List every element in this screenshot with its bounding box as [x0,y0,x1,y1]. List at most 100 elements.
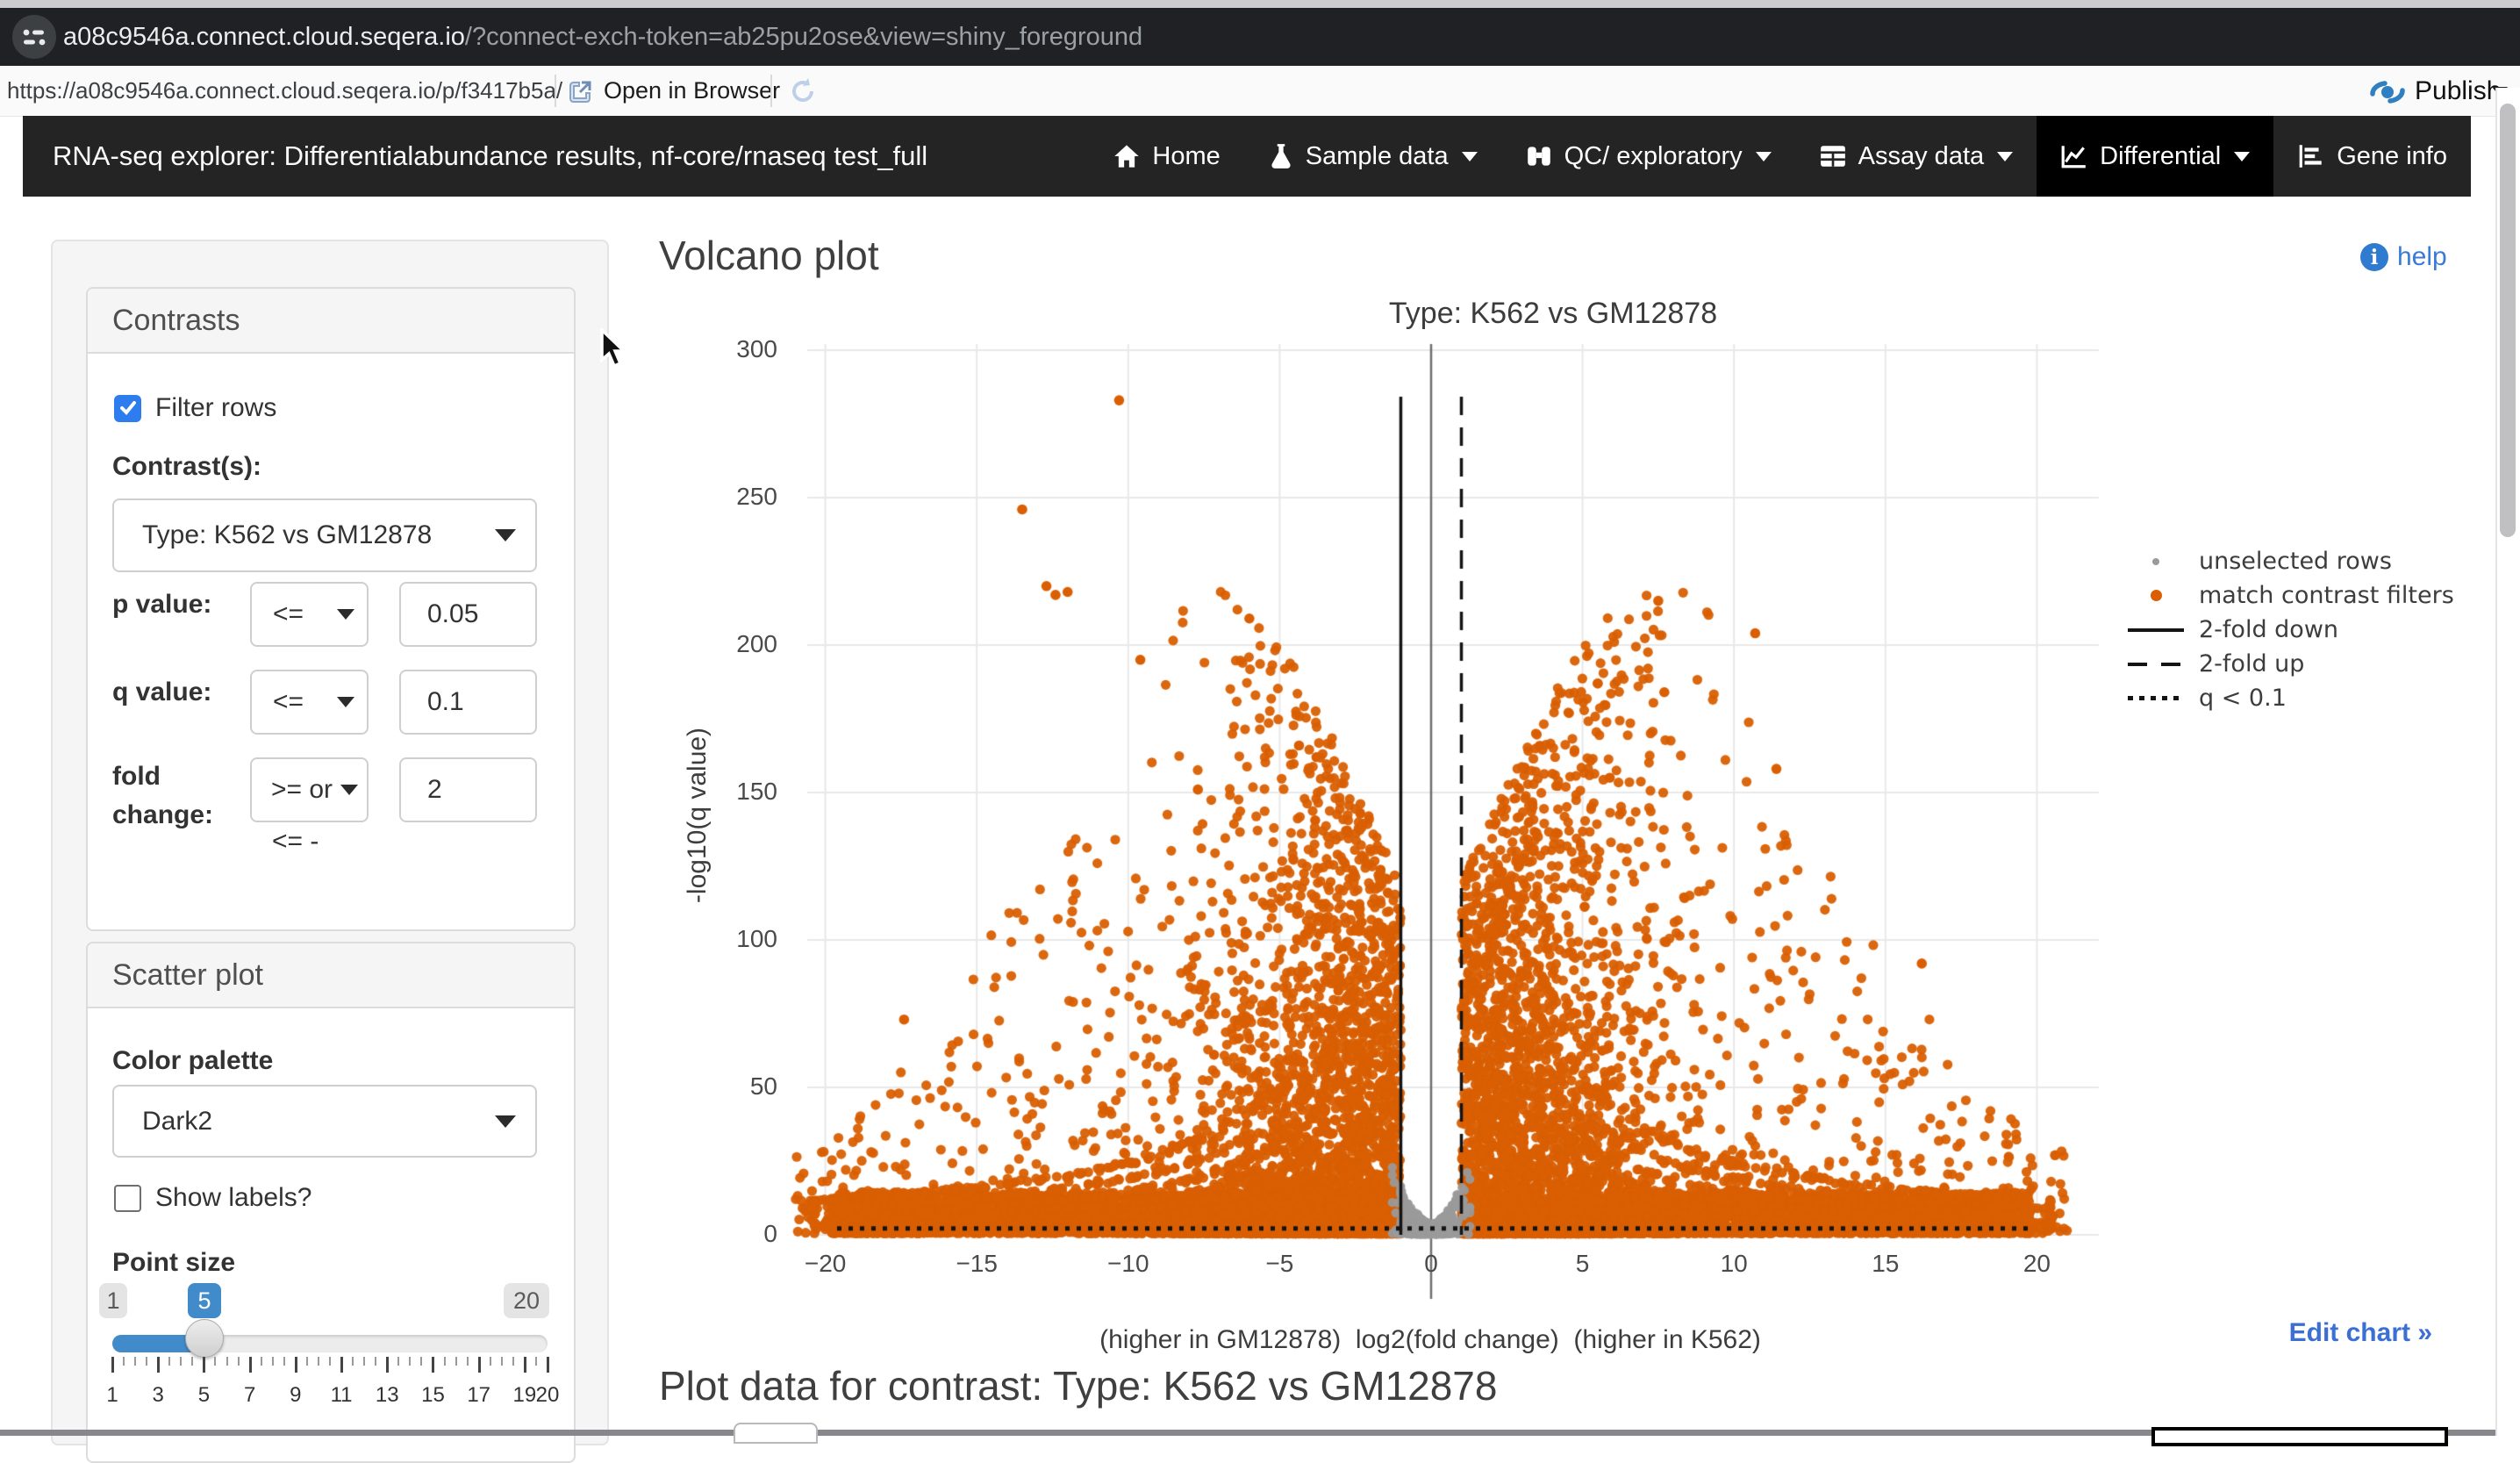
reload-icon[interactable] [788,76,818,111]
slider-tick [535,1357,537,1366]
nav-item-qc-exploratory[interactable]: QC/ exploratory [1501,116,1795,197]
legend-item: 2-fold up [2127,647,2454,681]
legend-sample-dotted [2127,696,2185,700]
legend-sample-solid [2127,628,2185,632]
slider-tick [272,1357,274,1366]
help-link[interactable]: i help [2360,242,2447,272]
filter-rows-row: Filter rows [114,393,276,423]
scrollbar-thumb[interactable] [2500,104,2516,537]
partial-button[interactable] [734,1423,818,1444]
q-value-input[interactable]: 0.1 [399,670,537,735]
chevron-down-icon [337,697,354,707]
viewer-toolbar: https://a08c9546a.connect.cloud.seqera.i… [0,66,2520,117]
slider-tick [512,1357,514,1366]
slider-tick [168,1357,170,1366]
open-in-browser-button[interactable]: Open in Browser [604,66,780,116]
nav-item-label: Sample data [1306,142,1449,171]
slider-tick [478,1357,481,1373]
p-operator-value: <= [273,599,304,629]
slider-min-label: 1 [99,1283,127,1318]
slider-tick [134,1357,136,1366]
slider-tick-label: 5 [177,1383,230,1408]
chevron-down-icon [337,609,354,620]
chevron-down-icon [340,785,358,795]
partial-input-box[interactable] [2151,1427,2448,1446]
filter-rows-checkbox[interactable] [114,395,141,422]
dashed-icon [2128,663,2184,666]
page-title: Volcano plot [659,232,879,279]
nav-menu: Home Sample data QC/ exploratory Assay data… [1089,116,2471,197]
q-operator-value: <= [273,687,304,717]
p-value-input-value: 0.05 [427,599,478,629]
nav-item-assay-data[interactable]: Assay data [1795,116,2037,197]
legend-label: 2-fold up [2199,650,2304,678]
slider-tick [261,1357,262,1366]
fold-change-label-2: change: [112,800,213,830]
slider-tick-label: 11 [315,1383,368,1408]
filter-rows-label: Filter rows [155,393,276,423]
nav-item-label: Home [1152,142,1220,171]
x-tick-label: 10 [1694,1250,1773,1278]
slider-tick [306,1357,308,1366]
color-palette-value: Dark2 [142,1107,212,1137]
slider-tick [375,1357,376,1366]
slider-tick [295,1357,297,1373]
color-palette-select[interactable]: Dark2 [112,1085,537,1158]
chevron-down-icon [495,1115,516,1128]
fold-change-operator-value: >= or [271,775,333,805]
nav-item-differential[interactable]: Differential [2037,116,2273,197]
scatter-panel-title: Scatter plot [88,943,574,1008]
solid-icon [2128,628,2184,632]
legend-item: unselected rows [2127,544,2454,578]
contrast-select-value: Type: K562 vs GM12878 [142,520,432,550]
publish-button[interactable]: Publish [2415,66,2501,116]
legend-sample-dashed [2127,663,2185,666]
q-operator-select[interactable]: <= [250,670,369,735]
point-size-slider-handle[interactable] [185,1319,224,1358]
legend-item: 2-fold down [2127,613,2454,647]
nav-item-home[interactable]: Home [1089,116,1243,197]
slider-tick [547,1357,549,1373]
external-link-icon [566,78,594,111]
browser-address-bar[interactable]: a08c9546a.connect.cloud.seqera.io/?conne… [0,8,2520,66]
point-size-label: Point size [112,1248,235,1278]
y-tick-label: 50 [672,1072,777,1101]
show-labels-checkbox[interactable] [114,1185,141,1212]
slider-tick-label: 1 [86,1383,139,1408]
slider-tick [238,1357,240,1366]
slider-tick [455,1357,457,1366]
publish-logo-icon [2369,74,2406,115]
nav-item-label: Assay data [1858,142,1984,171]
slider-tick [444,1357,446,1366]
edit-chart-link[interactable]: Edit chart » [2289,1318,2432,1348]
nav-item-gene-info[interactable]: Gene info [2273,116,2471,197]
x-tick-label: 0 [1392,1250,1471,1278]
plot-data-heading: Plot data for contrast: Type: K562 vs GM… [659,1362,1497,1409]
tab-group-icon[interactable] [12,15,56,59]
p-value-input[interactable]: 0.05 [399,582,537,647]
slider-tick [111,1357,114,1373]
address-url[interactable]: a08c9546a.connect.cloud.seqera.io/?conne… [63,8,1142,66]
y-tick-label: 300 [672,335,777,363]
volcano-plot-canvas[interactable] [790,333,2123,1304]
slider-tick [146,1357,147,1366]
x-axis-title-left: (higher in GM12878) [1099,1325,1341,1354]
q-value-input-value: 0.1 [427,687,464,717]
slider-tick [386,1357,389,1373]
nav-item-sample-data[interactable]: Sample data [1244,116,1501,197]
chart-title: Type: K562 vs GM12878 [1389,297,1717,331]
fold-change-operator-select[interactable]: >= or [250,757,369,822]
y-tick-label: 200 [672,630,777,658]
slider-tick [226,1357,228,1366]
fold-change-input[interactable]: 2 [399,757,537,822]
x-tick-label: −5 [1240,1250,1319,1278]
p-operator-select[interactable]: <= [250,582,369,647]
slider-tick-label: 9 [269,1383,322,1408]
slider-tick [340,1357,343,1373]
slider-tick [180,1357,182,1366]
y-tick-label: 0 [672,1220,777,1248]
contrast-select[interactable]: Type: K562 vs GM12878 [112,498,537,572]
legend-item: match contrast filters [2127,578,2454,613]
x-tick-label: −20 [786,1250,865,1278]
slider-tick [432,1357,434,1373]
